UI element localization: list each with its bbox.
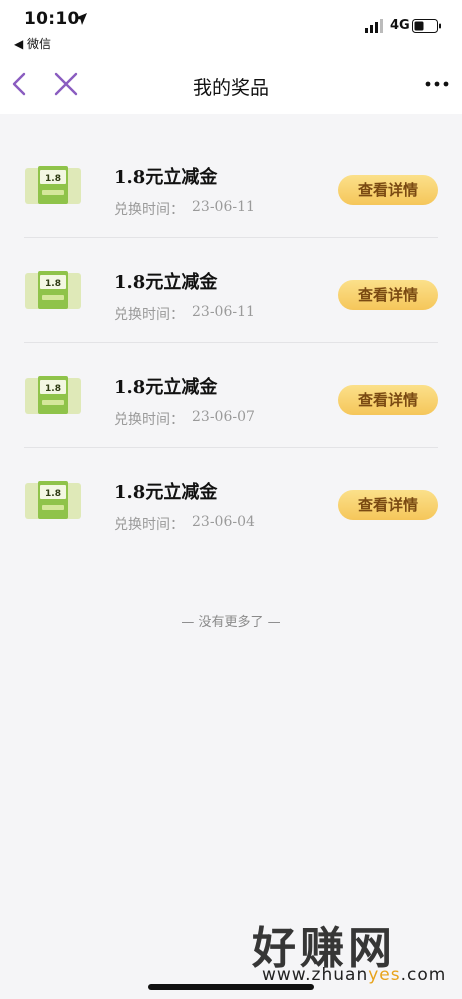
prize-item: 1.8 1.8元立减金 兑换时间： 23-06-11 查看详情: [24, 133, 438, 238]
prize-title: 1.8元立减金: [114, 167, 218, 188]
thumb-value: 1.8: [45, 174, 61, 184]
redeem-time-label: 兑换时间：: [114, 202, 184, 218]
network-type: 4G: [390, 18, 410, 33]
status-time: 10:10: [24, 9, 80, 29]
watermark-domain-accent: yes: [368, 965, 401, 985]
prize-item: 1.8 1.8元立减金 兑换时间： 23-06-07 查看详情: [24, 343, 438, 448]
view-details-button[interactable]: 查看详情: [338, 385, 438, 415]
view-details-button[interactable]: 查看详情: [338, 280, 438, 310]
page-title: 我的奖品: [192, 77, 269, 99]
signal-icon: [365, 19, 383, 33]
prize-list: 1.8 1.8元立减金 兑换时间： 23-06-11 查看详情 1.8 1.8元…: [0, 114, 462, 999]
no-more-text: — 没有更多了 —: [181, 615, 281, 630]
redeem-date: 23-06-04: [192, 514, 255, 530]
battery-icon: [412, 19, 441, 33]
watermark-domain-prefix: www.zhuan: [262, 965, 369, 985]
nav-bar: 我的奖品: [0, 56, 462, 114]
view-details-button[interactable]: 查看详情: [338, 490, 438, 520]
status-bar: 10:10 ◀ 微信 4G: [0, 0, 462, 56]
prize-title: 1.8元立减金: [114, 272, 218, 293]
prize-title: 1.8元立减金: [114, 377, 218, 398]
back-to-wechat-link[interactable]: ◀ 微信: [14, 35, 51, 52]
thumb-value: 1.8: [45, 489, 61, 499]
coupon-thumbnail-icon: 1.8: [25, 481, 81, 519]
watermark-domain: www.zhuanyes.com: [262, 965, 446, 985]
redeem-time-label: 兑换时间：: [114, 517, 184, 533]
thumb-value: 1.8: [45, 279, 61, 289]
more-options-icon[interactable]: [420, 70, 454, 98]
prize-item: 1.8 1.8元立减金 兑换时间： 23-06-11 查看详情: [24, 238, 438, 343]
coupon-thumbnail-icon: 1.8: [25, 376, 81, 414]
redeem-date: 23-06-11: [192, 199, 255, 215]
redeem-date: 23-06-07: [192, 409, 255, 425]
view-details-button[interactable]: 查看详情: [338, 175, 438, 205]
watermark-domain-suffix: .com: [400, 965, 447, 985]
redeem-time-label: 兑换时间：: [114, 412, 184, 428]
prize-title: 1.8元立减金: [114, 482, 218, 503]
prize-item: 1.8 1.8元立减金 兑换时间： 23-06-04 查看详情: [24, 448, 438, 553]
coupon-thumbnail-icon: 1.8: [25, 166, 81, 204]
location-arrow-icon: [75, 13, 87, 25]
coupon-thumbnail-icon: 1.8: [25, 271, 81, 309]
redeem-time-label: 兑换时间：: [114, 307, 184, 323]
redeem-date: 23-06-11: [192, 304, 255, 320]
thumb-value: 1.8: [45, 384, 61, 394]
home-indicator[interactable]: [148, 984, 314, 990]
